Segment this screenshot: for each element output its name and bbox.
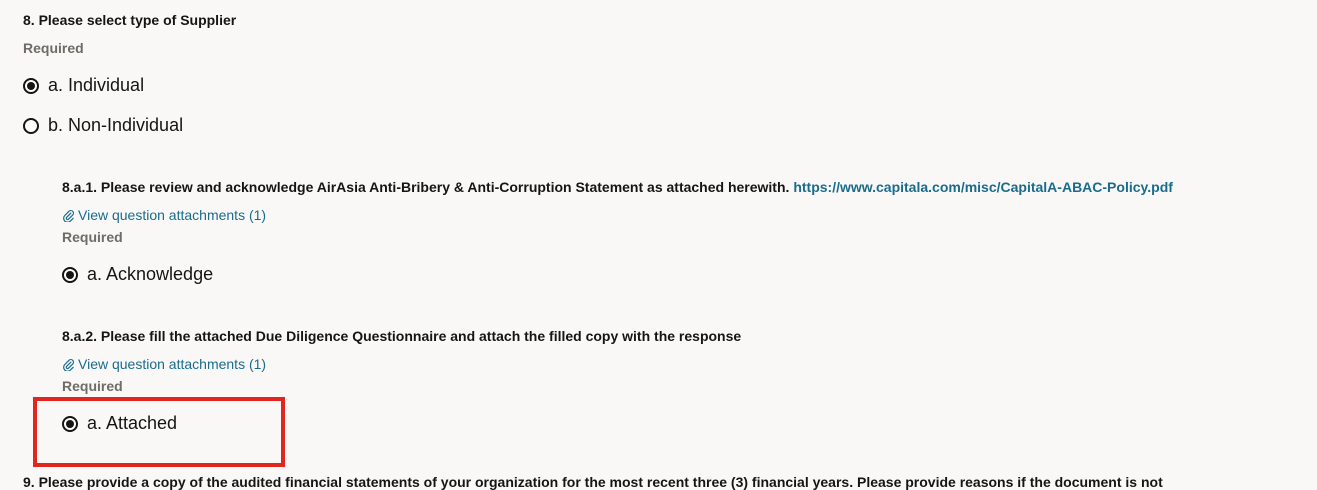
question-8-title: 8. Please select type of Supplier xyxy=(23,12,237,28)
question-8a1-required: Required xyxy=(62,229,123,245)
view-attachments-8a1-label[interactable]: View question attachments (1) xyxy=(78,207,266,223)
question-8a2-required: Required xyxy=(62,378,123,394)
question-8a1-text: 8.a.1. Please review and acknowledge Air… xyxy=(62,179,794,195)
option-acknowledge-label: a. Acknowledge xyxy=(87,264,214,284)
view-attachments-8a2-label[interactable]: View question attachments (1) xyxy=(78,356,266,372)
radio-unselected-icon[interactable] xyxy=(23,117,39,134)
question-8a2-title: 8.a.2. Please fill the attached Due Dili… xyxy=(62,328,742,344)
paperclip-icon xyxy=(63,358,75,371)
question-9-title: 9. Please provide a copy of the audited … xyxy=(23,474,1163,490)
question-8a1-title: 8.a.1. Please review and acknowledge Air… xyxy=(62,179,1173,195)
option-acknowledge[interactable]: a. Acknowledge xyxy=(62,264,213,285)
paperclip-icon xyxy=(63,209,75,222)
option-non-individual[interactable]: b. Non-Individual xyxy=(23,115,183,136)
view-attachments-8a1[interactable]: View question attachments (1) xyxy=(62,207,266,223)
question-8-required: Required xyxy=(23,40,84,56)
option-non-individual-label: b. Non-Individual xyxy=(48,115,184,135)
option-individual[interactable]: a. Individual xyxy=(23,75,144,96)
radio-selected-icon[interactable] xyxy=(23,77,39,94)
option-individual-label: a. Individual xyxy=(48,75,145,95)
highlight-box xyxy=(33,397,285,467)
view-attachments-8a2[interactable]: View question attachments (1) xyxy=(62,356,266,372)
policy-link[interactable]: https://www.capitala.com/misc/CapitalA-A… xyxy=(793,179,1173,195)
radio-selected-icon[interactable] xyxy=(62,266,78,283)
